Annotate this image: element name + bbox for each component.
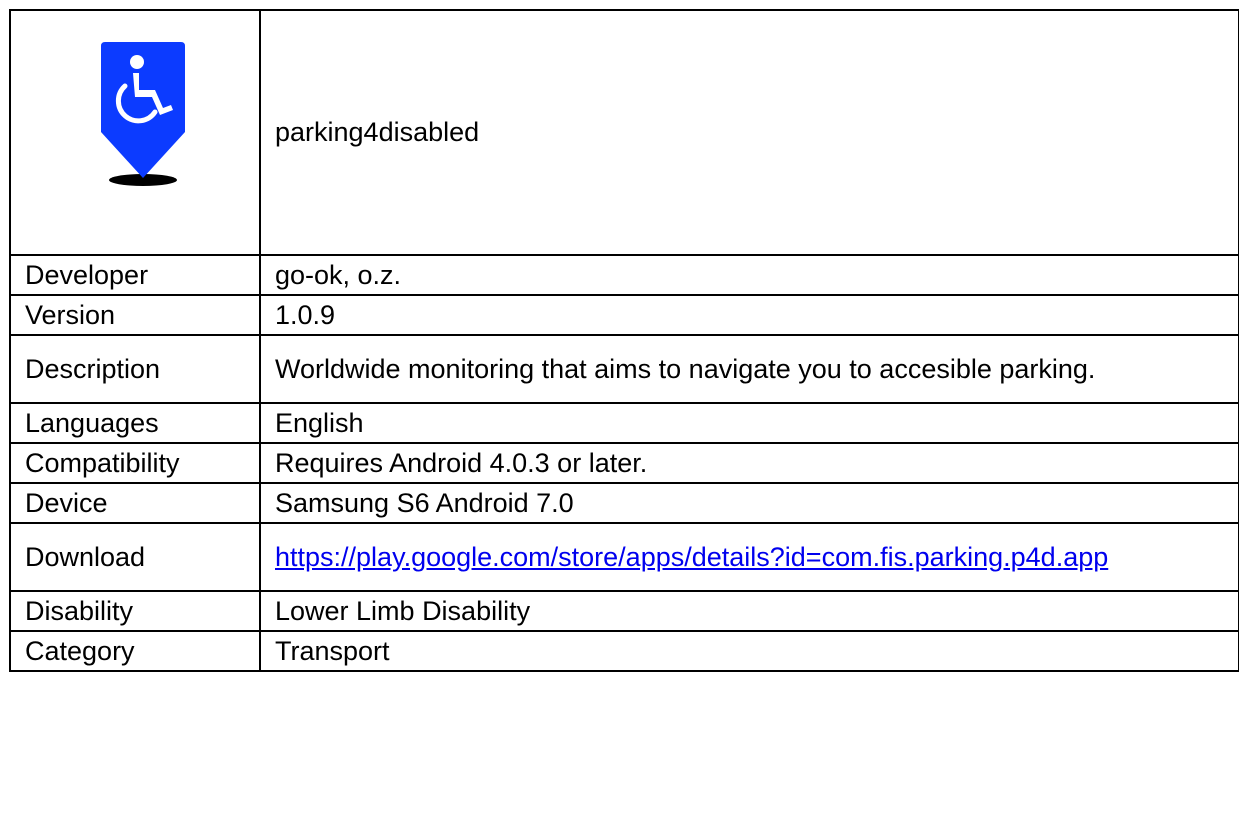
row-label-device: Device	[9, 482, 261, 524]
row-value-device: Samsung S6 Android 7.0	[259, 482, 1239, 524]
row-value-disability: Lower Limb Disability	[259, 590, 1239, 632]
row-label-disability: Disability	[9, 590, 261, 632]
table-row: Disability Lower Limb Disability	[9, 590, 1239, 632]
row-value-category: Transport	[259, 630, 1239, 672]
table-row: Description Worldwide monitoring that ai…	[9, 334, 1239, 404]
row-label-version: Version	[9, 294, 261, 336]
row-value-version: 1.0.9	[259, 294, 1239, 336]
table-row: Category Transport	[9, 630, 1239, 672]
download-link[interactable]: https://play.google.com/store/apps/detai…	[275, 542, 1108, 572]
row-label-category: Category	[9, 630, 261, 672]
row-label-languages: Languages	[9, 402, 261, 444]
table-row: Compatibility Requires Android 4.0.3 or …	[9, 442, 1239, 484]
table-row: Languages English	[9, 402, 1239, 444]
header-row: parking4disabled	[9, 9, 1239, 256]
row-value-compatibility: Requires Android 4.0.3 or later.	[259, 442, 1239, 484]
row-value-download: https://play.google.com/store/apps/detai…	[259, 522, 1239, 592]
table-row: Developer go-ok, o.z.	[9, 254, 1239, 296]
row-value-description: Worldwide monitoring that aims to naviga…	[259, 334, 1239, 404]
row-label-description: Description	[9, 334, 261, 404]
table-row: Device Samsung S6 Android 7.0	[9, 482, 1239, 524]
app-name: parking4disabled	[259, 9, 1239, 256]
logo-cell	[9, 9, 261, 256]
wheelchair-parking-pin-icon	[93, 42, 193, 192]
row-label-developer: Developer	[9, 254, 261, 296]
row-value-developer: go-ok, o.z.	[259, 254, 1239, 296]
table-row: Download https://play.google.com/store/a…	[9, 522, 1239, 592]
app-info-table: parking4disabled Developer go-ok, o.z. V…	[9, 9, 1239, 672]
row-value-languages: English	[259, 402, 1239, 444]
row-label-download: Download	[9, 522, 261, 592]
table-row: Version 1.0.9	[9, 294, 1239, 336]
row-label-compatibility: Compatibility	[9, 442, 261, 484]
